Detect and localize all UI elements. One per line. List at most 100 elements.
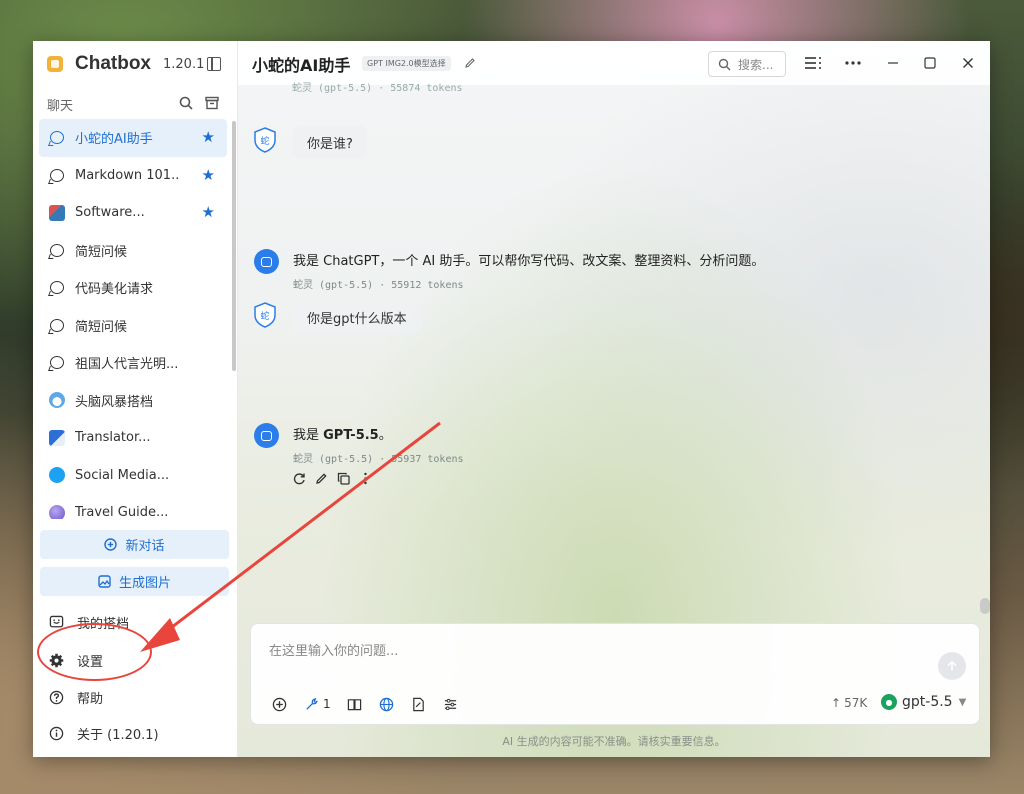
session-item[interactable]: 祖国人代言光明... xyxy=(39,344,227,382)
star-icon[interactable]: ★ xyxy=(202,167,215,183)
session-label: Travel Guide... xyxy=(75,505,169,519)
session-item[interactable]: Social Media... xyxy=(39,457,227,495)
chat-bubble-icon xyxy=(49,280,65,296)
model-tag[interactable]: GPT IMG2.0模型选择 xyxy=(362,56,451,71)
session-label: Translator... xyxy=(75,430,151,446)
session-label: 简短问候 xyxy=(75,244,128,260)
close-icon[interactable] xyxy=(958,53,978,73)
session-item[interactable]: Travel Guide... xyxy=(39,494,227,519)
model-selector[interactable]: ● gpt-5.5 ▼ xyxy=(881,694,966,710)
message-meta: 蛇灵 (gpt-5.5) · 55874 tokens xyxy=(292,83,463,94)
info-icon xyxy=(48,725,64,741)
search-icon[interactable] xyxy=(179,96,193,110)
session-item[interactable]: Translator... xyxy=(39,419,227,457)
session-item[interactable]: 代码美化请求 xyxy=(39,269,227,307)
chat-bubble-icon xyxy=(49,317,65,333)
svg-text:蛇: 蛇 xyxy=(260,310,269,322)
section-label-chats: 聊天 xyxy=(47,99,74,114)
session-item[interactable]: 小蛇的AI助手 ★ xyxy=(39,119,227,157)
archive-icon[interactable] xyxy=(205,96,219,110)
model-name: gpt-5.5 xyxy=(902,694,953,710)
user-message: 你是谁? xyxy=(293,126,367,158)
chevron-down-icon: ▼ xyxy=(958,696,967,708)
chat-bubble-icon xyxy=(49,355,65,371)
new-chat-button[interactable]: 新对话 xyxy=(40,530,229,559)
arrow-up-icon xyxy=(947,660,957,671)
user-message-text: 你是gpt什么版本 xyxy=(307,311,407,327)
star-icon[interactable]: ★ xyxy=(202,130,215,145)
chatbox-logo-icon xyxy=(47,56,63,72)
chat-main: 小蛇的AI助手 GPT IMG2.0模型选择 搜索... 蛇灵 (gpt-5.5… xyxy=(238,41,990,757)
regenerate-icon[interactable] xyxy=(293,472,306,485)
help-item[interactable]: 帮助 xyxy=(48,686,103,708)
sidebar-scrollbar[interactable] xyxy=(232,121,236,371)
settings-sliders-icon[interactable] xyxy=(443,696,459,712)
search-placeholder: 搜索... xyxy=(738,57,774,72)
model-badge-icon: ● xyxy=(881,694,897,710)
web-globe-icon[interactable] xyxy=(379,696,395,712)
session-list: 小蛇的AI助手 ★ Markdown 101... ★ Software... … xyxy=(39,119,227,519)
new-image-button[interactable]: 生成图片 xyxy=(40,567,229,596)
image-icon xyxy=(98,575,111,588)
message-meta: 蛇灵 (gpt-5.5) · 55937 tokens xyxy=(293,454,464,465)
session-label: 头脑风暴搭档 xyxy=(75,394,154,410)
globe-avatar-icon xyxy=(49,504,65,519)
cloud-avatar-icon xyxy=(49,392,65,409)
edit-icon[interactable] xyxy=(315,472,328,485)
disclaimer: AI 生成的内容可能不准确。请核实重要信息。 xyxy=(502,735,726,748)
pencil-icon[interactable] xyxy=(464,57,476,69)
new-image-label: 生成图片 xyxy=(118,576,171,591)
message-list: 蛇灵 (gpt-5.5) · 55874 tokens 蛇 你是谁? 我是 Ch… xyxy=(238,83,990,625)
session-label: Social Media... xyxy=(75,467,170,483)
chat-bubble-icon xyxy=(49,242,65,258)
bot-message-text: 我是 GPT-5.5。 xyxy=(293,428,392,443)
help-icon xyxy=(48,689,64,705)
token-counter: ↑ 57K xyxy=(831,696,867,710)
session-label: 祖国人代言光明... xyxy=(75,357,179,373)
maximize-icon[interactable] xyxy=(920,53,940,73)
collapse-sidebar-icon[interactable] xyxy=(207,57,221,71)
chat-bubble-icon xyxy=(49,130,65,146)
arrow-up-small-icon: ↑ xyxy=(831,696,842,710)
bot-avatar-icon xyxy=(254,423,279,448)
more-vertical-icon[interactable] xyxy=(359,472,372,485)
send-button[interactable] xyxy=(938,652,966,680)
star-icon[interactable]: ★ xyxy=(202,205,215,220)
session-item[interactable]: 头脑风暴搭档 xyxy=(39,382,227,420)
twitter-avatar-icon xyxy=(49,467,65,484)
user-avatar-icon: 蛇 xyxy=(254,127,276,153)
app-name: Chatbox xyxy=(75,53,151,74)
copy-icon[interactable] xyxy=(337,472,350,485)
more-icon[interactable] xyxy=(843,53,863,73)
sidebar: Chatbox 1.20.1 聊天 小蛇的AI助手 ★ Markdown 101… xyxy=(33,41,238,757)
annotation-ring xyxy=(37,623,152,681)
bot-avatar-icon xyxy=(254,249,279,274)
input-toolbar: 1 xyxy=(271,696,475,712)
tool-count: 1 xyxy=(323,697,331,711)
minimize-icon[interactable] xyxy=(883,53,903,73)
chatbox-window: Chatbox 1.20.1 聊天 小蛇的AI助手 ★ Markdown 101… xyxy=(33,41,990,757)
list-menu-icon[interactable] xyxy=(803,53,823,73)
knowledge-book-icon[interactable] xyxy=(347,696,363,712)
message-input-placeholder: 在这里输入你的问题... xyxy=(269,644,399,659)
bot-message-text: 我是 ChatGPT，一个 AI 助手。可以帮你写代码、改文案、整理资料、分析问… xyxy=(293,254,765,269)
message-input-box[interactable]: 在这里输入你的问题... 1 ↑ 57K ● gpt-5.5 ▼ xyxy=(250,623,980,725)
search-button[interactable]: 搜索... xyxy=(708,51,786,77)
session-item[interactable]: 简短问候 xyxy=(39,232,227,270)
add-attachment-icon[interactable] xyxy=(271,696,287,712)
session-item[interactable]: Software... ★ xyxy=(39,194,227,232)
document-icon[interactable] xyxy=(411,696,427,712)
about-item[interactable]: 关于 (1.20.1) xyxy=(48,722,159,744)
session-item[interactable]: 简短问候 xyxy=(39,307,227,345)
chat-bubble-icon xyxy=(49,167,65,183)
session-item[interactable]: Markdown 101... ★ xyxy=(39,157,227,195)
translator-avatar-icon xyxy=(49,429,65,446)
app-version: 1.20.1 xyxy=(163,56,205,72)
brand: Chatbox 1.20.1 xyxy=(47,53,204,75)
session-label: 小蛇的AI助手 xyxy=(75,132,153,148)
software-avatar-icon xyxy=(49,204,65,221)
chat-scrollbar[interactable] xyxy=(980,598,990,614)
session-label: Markdown 101... xyxy=(75,167,180,183)
chat-title: 小蛇的AI助手 xyxy=(252,56,351,75)
tools-icon[interactable] xyxy=(303,696,319,712)
